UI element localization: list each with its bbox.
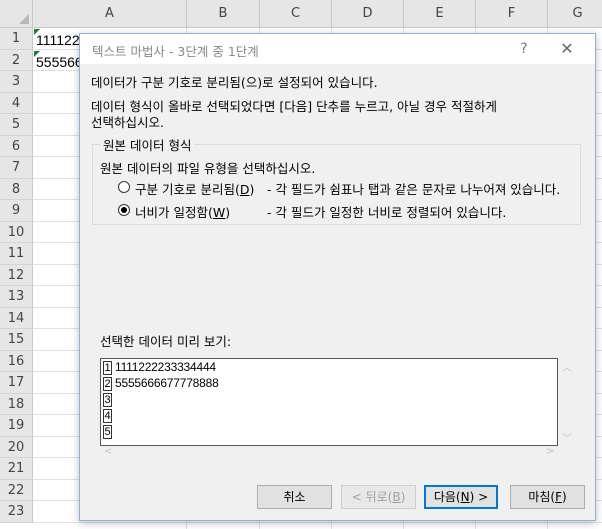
back-accelerator: B bbox=[392, 490, 401, 504]
finish-label-close: ) bbox=[561, 490, 567, 504]
row-header[interactable]: 18 bbox=[0, 393, 33, 415]
cell-a1[interactable]: 111122 bbox=[36, 30, 80, 51]
preview-row-number: 4 bbox=[103, 409, 112, 423]
column-header-e[interactable]: E bbox=[404, 0, 476, 28]
row-header[interactable]: 1 bbox=[0, 28, 33, 50]
title-bar[interactable]: 텍스트 마법사 - 3단계 중 1단계 ? ✕ bbox=[80, 34, 595, 64]
row-header[interactable]: 2 bbox=[0, 49, 33, 71]
preview-row-number: 1 bbox=[103, 361, 112, 375]
next-button[interactable]: 다음(N) > bbox=[424, 485, 498, 509]
row-header[interactable]: 17 bbox=[0, 372, 33, 394]
row-header[interactable]: 13 bbox=[0, 286, 33, 308]
row-header[interactable]: 7 bbox=[0, 157, 33, 179]
row-header[interactable]: 15 bbox=[0, 329, 33, 351]
cell-a2[interactable]: 555566 bbox=[36, 52, 83, 73]
row-header[interactable]: 4 bbox=[0, 92, 33, 114]
row-header[interactable]: 11 bbox=[0, 243, 33, 265]
row-header[interactable]: 8 bbox=[0, 178, 33, 200]
column-header-c[interactable]: C bbox=[260, 0, 332, 28]
close-button[interactable]: ✕ bbox=[556, 38, 578, 60]
row-header[interactable]: 10 bbox=[0, 221, 33, 243]
row-header[interactable]: 19 bbox=[0, 415, 33, 437]
column-header-b[interactable]: B bbox=[187, 0, 260, 28]
select-all-corner[interactable] bbox=[0, 0, 33, 28]
fixed-label-text: 너비가 일정함( bbox=[135, 205, 213, 220]
fixed-width-description: - 각 필드가 일정한 너비로 정렬되어 있습니다. bbox=[267, 205, 507, 220]
text-import-wizard-dialog: 텍스트 마법사 - 3단계 중 1단계 ? ✕ 데이터가 구분 기호로 분리됨(… bbox=[79, 33, 596, 521]
finish-button[interactable]: 마침(F) bbox=[510, 485, 585, 509]
row-header[interactable]: 21 bbox=[0, 458, 33, 480]
delimited-label-text: 구분 기호로 분리됨( bbox=[135, 182, 240, 197]
fixed-label-close: ) bbox=[225, 205, 231, 220]
delimited-label-close: ) bbox=[249, 182, 255, 197]
next-label-close: ) > bbox=[469, 490, 489, 504]
cancel-button[interactable]: 취소 bbox=[257, 485, 332, 509]
fixed-width-radio[interactable] bbox=[118, 204, 130, 216]
preview-label: 선택한 데이터 미리 보기: bbox=[100, 334, 232, 349]
back-button[interactable]: < 뒤로(B) bbox=[341, 485, 416, 509]
back-label-close: ) bbox=[400, 490, 406, 504]
column-header-f[interactable]: F bbox=[476, 0, 548, 28]
group-title: 원본 데이터 형식 bbox=[100, 135, 195, 154]
preview-line: 5555666677778888 bbox=[115, 376, 219, 390]
column-header-d[interactable]: D bbox=[332, 0, 404, 28]
help-button[interactable]: ? bbox=[514, 39, 534, 59]
delimited-radio-label[interactable]: 구분 기호로 분리됨(D) bbox=[135, 179, 254, 198]
preview-row-number: 3 bbox=[103, 393, 112, 407]
row-header[interactable]: 14 bbox=[0, 307, 33, 329]
group-prompt: 원본 데이터의 파일 유형을 선택하십시오. bbox=[100, 161, 316, 176]
scroll-down-icon[interactable]: ﹀ bbox=[562, 430, 572, 445]
preview-row-number: 5 bbox=[103, 425, 112, 439]
preview-row-number: 2 bbox=[103, 377, 112, 391]
finish-label: 마침( bbox=[528, 490, 556, 504]
column-header-g[interactable]: G bbox=[548, 0, 602, 28]
intro-text-1: 데이터가 구분 기호로 분리됨(으)로 설정되어 있습니다. bbox=[91, 75, 378, 90]
data-preview-box[interactable]: 1 1111222233334444 2 5555666677778888 3 … bbox=[100, 358, 558, 446]
row-header[interactable]: 6 bbox=[0, 135, 33, 157]
row-header[interactable]: 16 bbox=[0, 350, 33, 372]
scroll-up-icon[interactable]: ︿ bbox=[562, 359, 572, 374]
fixed-width-radio-label[interactable]: 너비가 일정함(W) bbox=[135, 202, 230, 221]
row-header[interactable]: 5 bbox=[0, 114, 33, 136]
next-accelerator: N bbox=[460, 490, 470, 504]
delimited-radio[interactable] bbox=[118, 181, 130, 193]
fixed-accelerator: W bbox=[212, 205, 226, 220]
preview-line: 1111222233334444 bbox=[115, 360, 216, 374]
row-header[interactable]: 23 bbox=[0, 501, 33, 523]
radio-selected-dot-icon bbox=[121, 207, 127, 213]
dialog-title: 텍스트 마법사 - 3단계 중 1단계 bbox=[92, 44, 259, 59]
gridline bbox=[33, 521, 602, 523]
finish-accelerator: F bbox=[555, 490, 562, 504]
row-header[interactable]: 12 bbox=[0, 264, 33, 286]
row-header[interactable]: 3 bbox=[0, 71, 33, 93]
next-label: 다음( bbox=[433, 490, 461, 504]
select-all-triangle-icon bbox=[19, 14, 29, 24]
column-header-a[interactable]: A bbox=[33, 0, 187, 28]
delimited-description: - 각 필드가 쉼표나 탭과 같은 문자로 나누어져 있습니다. bbox=[267, 182, 561, 197]
preview-horizontal-scrollbar[interactable]: < > bbox=[100, 446, 558, 462]
row-header[interactable]: 22 bbox=[0, 479, 33, 501]
preview-vertical-scrollbar[interactable]: ︿ ﹀ bbox=[558, 358, 575, 446]
row-header[interactable]: 9 bbox=[0, 200, 33, 222]
row-header[interactable]: 20 bbox=[0, 436, 33, 458]
scroll-left-icon[interactable]: < bbox=[104, 446, 112, 457]
intro-text-3: 선택하십시오. bbox=[91, 115, 164, 130]
back-label: < 뒤로( bbox=[351, 490, 393, 504]
scroll-right-icon[interactable]: > bbox=[546, 446, 554, 457]
